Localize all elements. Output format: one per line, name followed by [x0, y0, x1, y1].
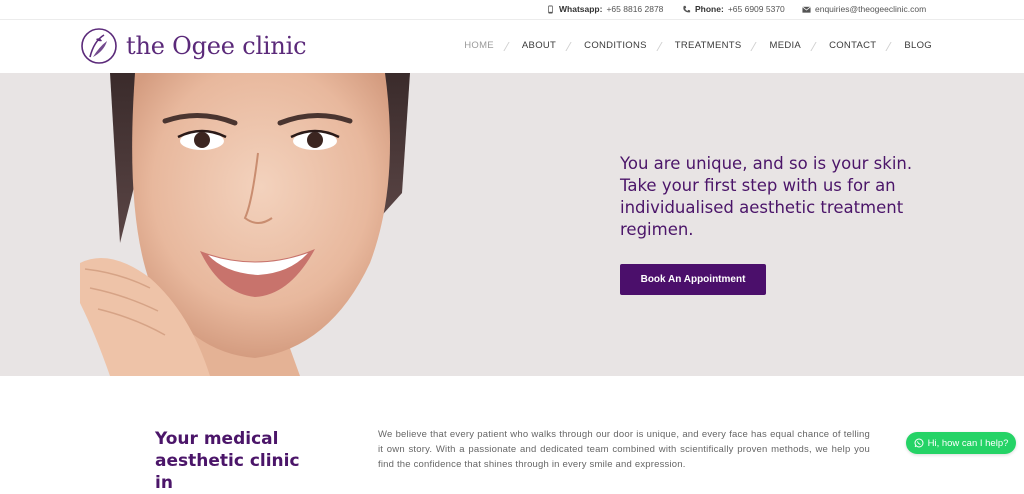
nav-divider [647, 41, 675, 51]
ogee-leaf-logo-icon [81, 28, 117, 64]
chat-label: Hi, how can I help? [927, 437, 1009, 449]
nav-divider [801, 41, 829, 51]
nav-divider [556, 41, 584, 51]
hero-banner: You are unique, and so is your skin. Tak… [0, 73, 1024, 376]
email-address: enquiries@theogeeclinic.com [815, 4, 927, 14]
envelope-icon [802, 6, 811, 13]
site-logo[interactable]: the Ogee clinic [80, 27, 307, 65]
nav-blog[interactable]: BLOG [904, 40, 932, 51]
whatsapp-chat-button[interactable]: Hi, how can I help? [906, 432, 1016, 454]
nav-divider [876, 41, 904, 51]
nav-contact[interactable]: CONTACT [829, 40, 876, 51]
phone-handset-icon [683, 5, 691, 12]
main-navigation: HOME ABOUT CONDITIONS TREATMENTS MEDIA C… [464, 40, 932, 51]
phone-contact[interactable]: Phone: +65 6909 5370 [682, 4, 785, 14]
about-heading: Your medical aesthetic clinic in [155, 429, 300, 493]
hero-portrait-image [80, 73, 410, 376]
whatsapp-icon [914, 438, 924, 448]
whatsapp-contact[interactable]: Whatsapp: +65 8816 2878 [546, 4, 663, 14]
email-contact[interactable]: enquiries@theogeeclinic.com [802, 4, 926, 14]
phone-number: +65 6909 5370 [727, 4, 785, 14]
nav-treatments[interactable]: TREATMENTS [675, 40, 742, 51]
whatsapp-label: Whatsapp: [559, 4, 603, 14]
nav-media[interactable]: MEDIA [769, 40, 801, 51]
book-appointment-button[interactable]: Book An Appointment [620, 264, 766, 295]
mobile-phone-icon [548, 4, 553, 14]
nav-about[interactable]: ABOUT [522, 40, 556, 51]
logo-wordmark: the Ogee clinic [126, 32, 307, 60]
phone-label: Phone: [695, 4, 724, 14]
nav-home[interactable]: HOME [464, 40, 494, 51]
nav-conditions[interactable]: CONDITIONS [584, 40, 647, 51]
about-paragraph: We believe that every patient who walks … [378, 429, 870, 470]
about-section: Your medical aesthetic clinic in We beli… [0, 376, 1024, 493]
nav-divider [494, 41, 522, 51]
top-contact-bar: Whatsapp: +65 8816 2878 Phone: +65 6909 53… [0, 0, 1024, 20]
hero-tagline: You are unique, and so is your skin. Tak… [620, 154, 913, 239]
site-header: the Ogee clinic HOME ABOUT CONDITIONS TR… [0, 21, 1024, 73]
whatsapp-number: +65 8816 2878 [606, 4, 664, 14]
nav-divider [741, 41, 769, 51]
